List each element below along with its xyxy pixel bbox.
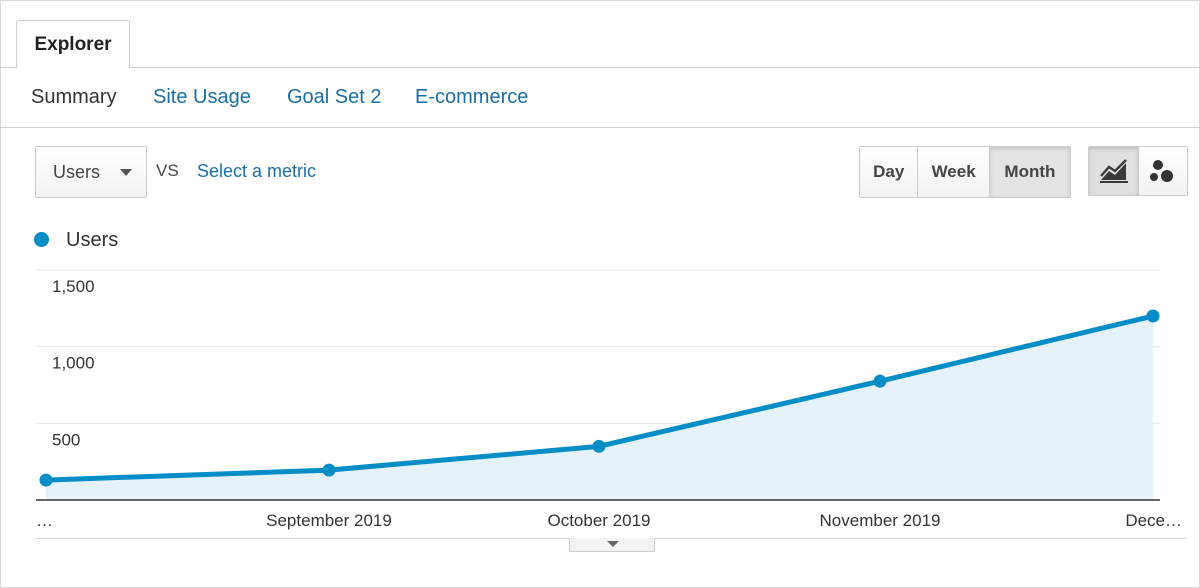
metric-dropdown[interactable]: Users [35, 146, 147, 198]
period-toggle: Day Week Month [859, 146, 1071, 198]
subnav-site-usage[interactable]: Site Usage [153, 86, 251, 109]
motion-chart-icon [1150, 160, 1173, 182]
y-tick-label: 500 [52, 430, 80, 449]
subnav-summary[interactable]: Summary [31, 86, 117, 109]
select-metric-link[interactable]: Select a metric [197, 161, 316, 182]
x-tick-label: November 2019 [820, 511, 941, 530]
metric-dropdown-value: Users [53, 162, 101, 182]
x-tick-label: October 2019 [547, 511, 650, 530]
chevron-down-icon [120, 169, 132, 176]
line-chart-view-button[interactable] [1089, 147, 1138, 195]
data-point-1 [322, 463, 336, 477]
period-month-button[interactable]: Month [989, 147, 1070, 197]
tab-explorer[interactable]: Explorer [16, 20, 130, 69]
chevron-down-icon [607, 541, 619, 547]
data-point-2 [592, 439, 606, 453]
x-tick-label: Dece… [1125, 511, 1182, 530]
legend-users-dot [34, 232, 49, 247]
period-day-button[interactable]: Day [860, 147, 919, 197]
vs-label: VS [156, 161, 179, 180]
chart-view-toggle [1088, 146, 1188, 196]
x-tick-label: September 2019 [266, 511, 392, 530]
line-chart-icon [1099, 159, 1128, 183]
data-point-3 [873, 374, 887, 388]
users-line-chart: 1,500 1,000 500 … September 2019 October 2019… [36, 269, 1182, 530]
expand-chart-toggle[interactable] [569, 538, 655, 552]
legend-users-label[interactable]: Users [66, 229, 118, 252]
data-point-4 [1146, 309, 1160, 323]
data-point-0 [39, 473, 53, 487]
y-tick-label: 1,500 [52, 277, 95, 296]
subnav-goal-set-2[interactable]: Goal Set 2 [287, 86, 382, 109]
motion-chart-view-button[interactable] [1138, 147, 1187, 195]
subnav-ecommerce[interactable]: E-commerce [415, 86, 528, 109]
x-tick-label: … [36, 511, 53, 530]
report-subnav: Summary Site Usage Goal Set 2 E-commerce [0, 68, 1200, 128]
period-week-button[interactable]: Week [918, 147, 990, 197]
y-tick-label: 1,000 [52, 354, 95, 373]
tab-bar: Explorer [0, 0, 1200, 69]
